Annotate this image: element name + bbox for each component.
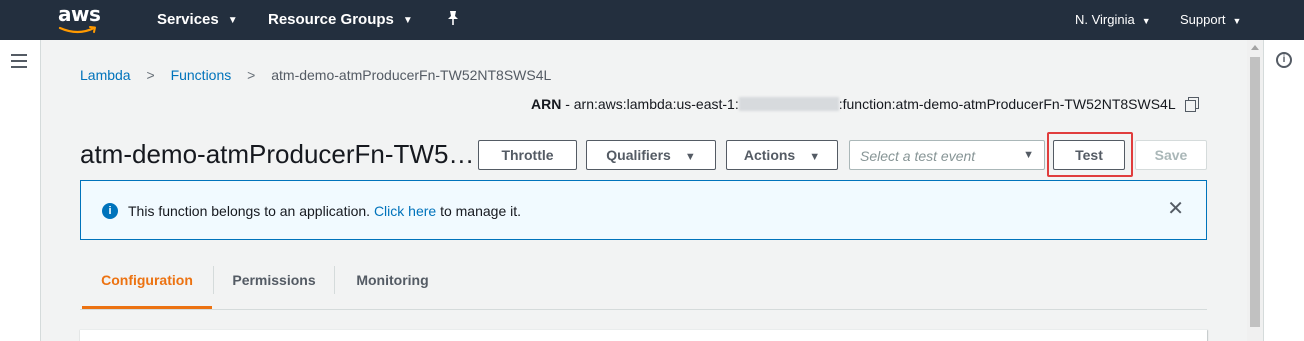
support-menu[interactable]: Support ▼ [1180,12,1241,27]
tab-configuration-label: Configuration [101,272,193,288]
hamburger-menu-icon[interactable] [11,54,27,68]
chevron-down-icon: ▼ [227,15,238,26]
configuration-panel [80,329,1207,341]
aws-logo[interactable]: aws [58,2,104,35]
arn-suffix: :function:atm-demo-atmProducerFn-TW52NT8… [838,96,1176,112]
qualifiers-label: Qualifiers [606,147,671,163]
aws-smile-icon [58,26,96,34]
save-button[interactable]: Save [1135,140,1207,170]
chevron-right-icon: > [146,67,155,83]
actions-label: Actions [743,147,796,163]
right-rail: i [1263,40,1304,341]
actions-button[interactable]: Actions ▼ [726,140,838,170]
banner-text-after: to manage it. [440,203,522,219]
services-label: Services [157,11,219,28]
region-label: N. Virginia [1075,12,1135,27]
info-icon[interactable]: i [1276,52,1292,68]
tab-bar: Configuration Permissions Monitoring [80,258,1207,310]
top-nav: aws Services ▼ Resource Groups ▼ N. Virgin… [0,0,1304,40]
function-arn: ARN - arn:aws:lambda:us-east-1: :function… [531,96,1199,112]
resource-groups-label: Resource Groups [268,11,394,28]
tab-monitoring-label: Monitoring [356,272,429,288]
test-event-select[interactable]: Select a test event ▼ [849,140,1045,170]
manage-application-link[interactable]: Click here [374,203,436,219]
qualifiers-button[interactable]: Qualifiers ▼ [586,140,716,170]
close-icon[interactable]: ✕ [1167,199,1184,219]
left-rail [0,40,41,341]
breadcrumb-current: atm-demo-atmProducerFn-TW52NT8SWS4L [271,67,552,83]
caret-down-icon: ▼ [684,151,696,163]
banner-text-before: This function belongs to an application. [128,203,371,219]
caret-down-icon: ▼ [809,151,821,163]
arn-label: ARN [530,96,562,112]
redacted-account-id [738,97,839,111]
info-banner: i This function belongs to an applicatio… [80,180,1207,240]
chevron-right-icon: > [247,67,256,83]
resource-groups-menu[interactable]: Resource Groups ▼ [268,11,413,28]
throttle-button[interactable]: Throttle [478,140,577,170]
breadcrumb-functions[interactable]: Functions [171,67,232,83]
support-label: Support [1180,12,1226,27]
test-button-highlight [1047,132,1133,177]
chevron-down-icon: ▼ [1141,16,1151,26]
banner-message: This function belongs to an application.… [128,203,521,219]
chevron-down-icon: ▼ [1232,16,1242,26]
breadcrumb-lambda[interactable]: Lambda [80,67,131,83]
aws-logo-text: aws [58,2,101,26]
arn-prefix: - arn:aws:lambda:us-east-1: [565,96,739,112]
region-menu[interactable]: N. Virginia ▼ [1075,12,1151,27]
caret-down-icon: ▼ [1023,149,1034,161]
test-event-placeholder: Select a test event [860,148,976,164]
page-title: atm-demo-atmProducerFn-TW52NT8SWS4L [80,139,475,169]
copy-icon[interactable] [1185,97,1199,112]
tab-permissions-label: Permissions [232,272,316,288]
save-label: Save [1154,147,1188,163]
scroll-thumb[interactable] [1250,57,1260,327]
throttle-label: Throttle [501,147,554,163]
scroll-up-arrow-icon[interactable] [1251,45,1259,50]
tab-configuration[interactable]: Configuration [82,258,212,309]
chevron-down-icon: ▼ [402,15,413,26]
breadcrumb: Lambda > Functions > atm-demo-atmProduce… [80,67,551,83]
services-menu[interactable]: Services ▼ [157,11,238,28]
scrollbar[interactable] [1247,40,1263,341]
info-circle-icon: i [102,203,118,219]
tab-monitoring[interactable]: Monitoring [335,258,450,309]
tab-permissions[interactable]: Permissions [214,258,334,309]
pin-icon[interactable] [446,10,460,30]
